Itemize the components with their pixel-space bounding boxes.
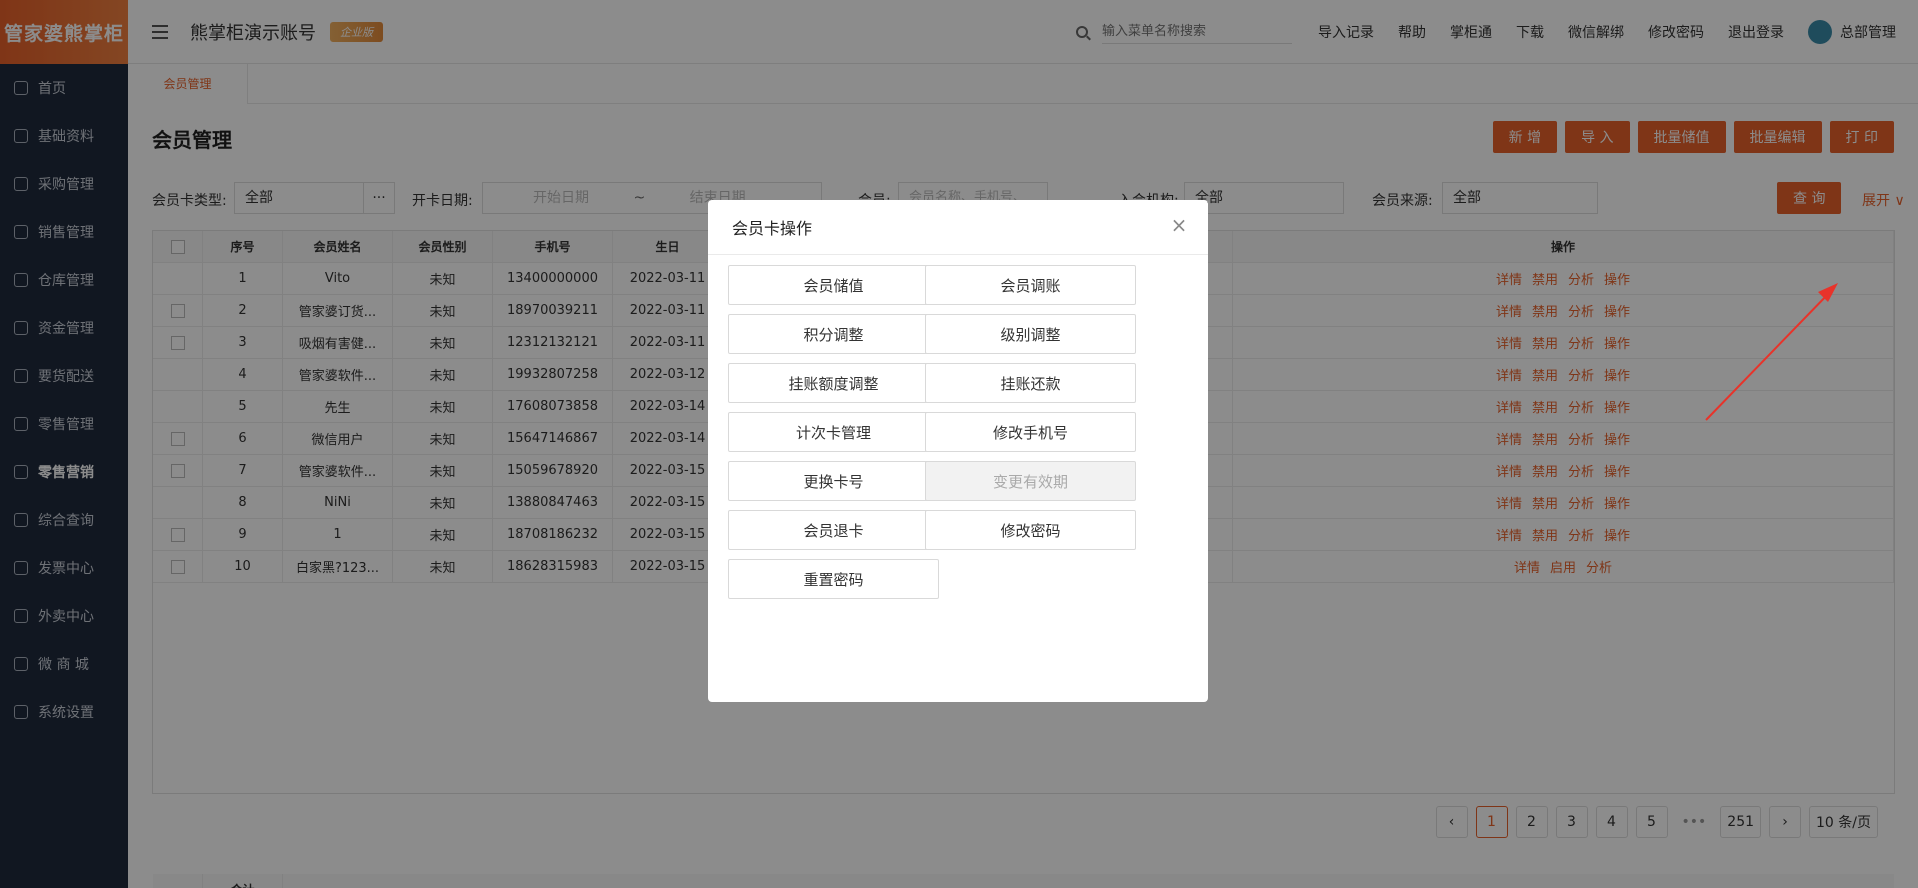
modal-button-6[interactable]: 计次卡管理: [728, 412, 939, 452]
member-card-operation-modal: 会员卡操作 × 会员储值 会员调账 积分调整 级别调整 挂账额度调整 挂账还款 计次卡管理修…: [708, 200, 1208, 702]
modal-button-12[interactable]: 重置密码: [728, 559, 939, 599]
modal-button-7[interactable]: 修改手机号: [925, 412, 1136, 452]
modal-title: 会员卡操作: [708, 200, 1208, 255]
modal-button-1[interactable]: 会员调账: [925, 265, 1136, 305]
modal-button-8[interactable]: 更换卡号: [728, 461, 939, 501]
close-icon[interactable]: ×: [1170, 215, 1188, 235]
modal-button-11[interactable]: 修改密码: [925, 510, 1136, 550]
modal-button-9: 变更有效期: [925, 461, 1136, 501]
modal-button-10[interactable]: 会员退卡: [728, 510, 939, 550]
modal-button-4[interactable]: 挂账额度调整: [728, 363, 939, 403]
modal-button-5[interactable]: 挂账还款: [925, 363, 1136, 403]
modal-button-3[interactable]: 级别调整: [925, 314, 1136, 354]
modal-button-0[interactable]: 会员储值: [728, 265, 939, 305]
annotation-arrow: [1705, 283, 1838, 421]
modal-button-2[interactable]: 积分调整: [728, 314, 939, 354]
